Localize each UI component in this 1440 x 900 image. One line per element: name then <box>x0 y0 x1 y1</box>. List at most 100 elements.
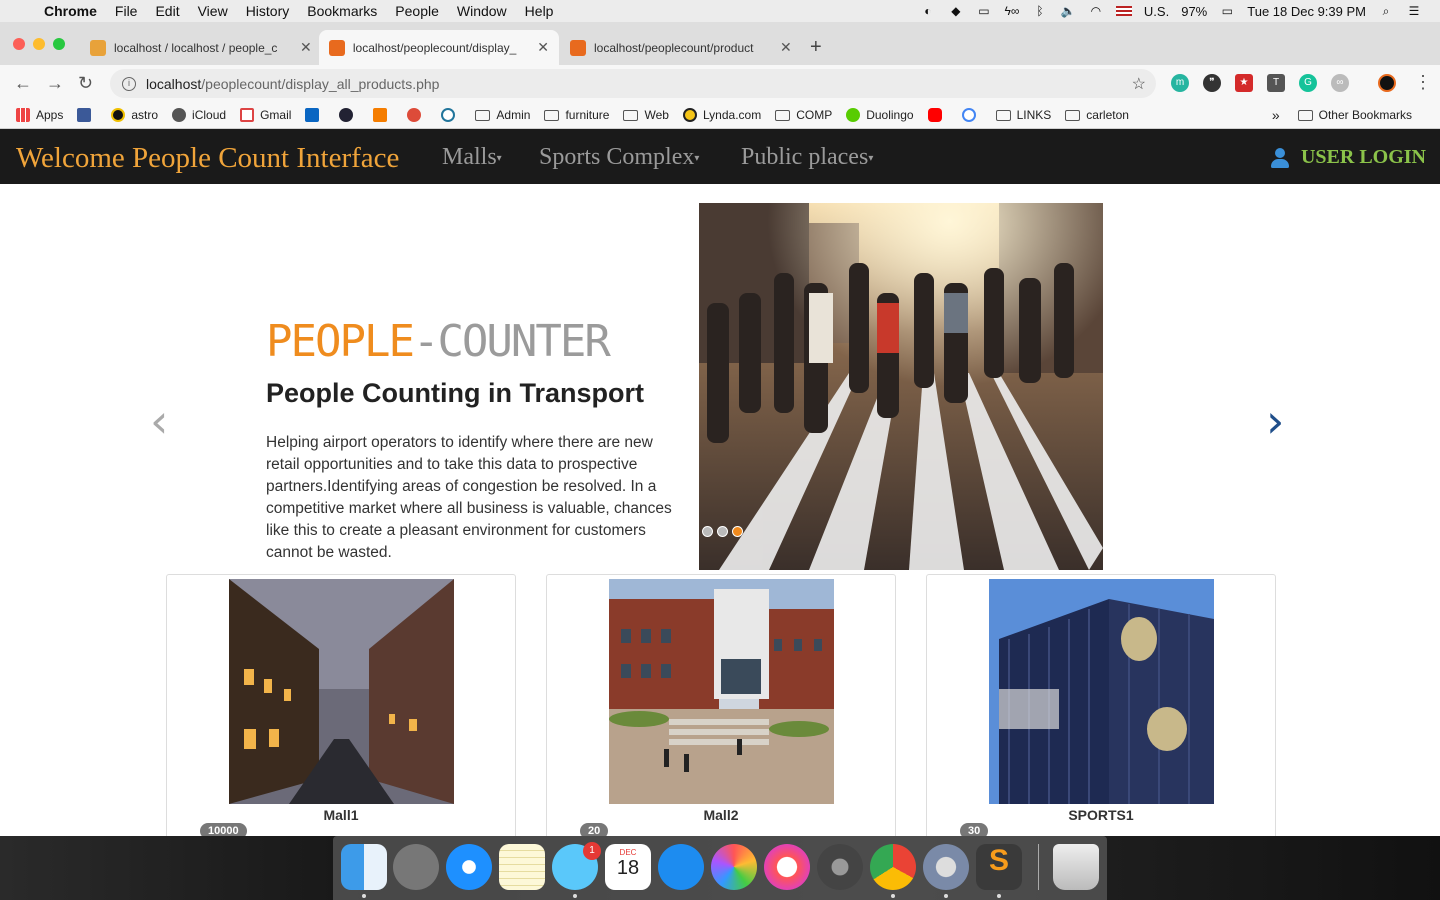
carousel-next-chevron-icon[interactable]: › <box>1266 394 1284 448</box>
tab-close-icon[interactable]: ✕ <box>780 39 792 56</box>
volume-icon[interactable]: 🔈 <box>1060 4 1076 18</box>
utility-gear-icon[interactable] <box>923 844 969 890</box>
minimize-window-button[interactable] <box>33 38 45 50</box>
launchpad-icon[interactable] <box>393 844 439 890</box>
notes-icon[interactable] <box>499 844 545 890</box>
place-card-mall1[interactable]: Mall1 <box>166 574 516 836</box>
battery-percent[interactable]: 97% <box>1181 4 1207 19</box>
bookmark-star-icon[interactable]: ☆ <box>1132 74 1146 94</box>
menu-help[interactable]: Help <box>525 3 554 19</box>
tab-product[interactable]: localhost/peoplecount/product ✕ <box>560 30 802 65</box>
tab-display-products[interactable]: localhost/peoplecount/display_ ✕ <box>319 30 559 65</box>
bookmark-google[interactable] <box>961 108 982 122</box>
back-arrow-icon[interactable]: ← <box>14 73 32 94</box>
battery-icon[interactable]: ▭ <box>1219 4 1235 18</box>
bluetooth-icon[interactable]: ᛒ <box>1032 4 1048 18</box>
nav-sports-complex-dropdown[interactable]: Sports Complex▾ <box>539 144 699 171</box>
itunes-icon[interactable] <box>764 844 810 890</box>
user-login-button[interactable]: USER LOGIN <box>1269 146 1426 169</box>
trash-icon[interactable] <box>1053 844 1099 890</box>
lynda-icon <box>682 108 697 122</box>
notification-center-icon[interactable]: ☰ <box>1406 4 1422 18</box>
close-window-button[interactable] <box>13 38 25 50</box>
tab-phpmyadmin[interactable]: localhost / localhost / people_c ✕ <box>80 30 322 65</box>
extension-quote-icon[interactable]: ❞ <box>1203 74 1221 92</box>
flag-icon[interactable] <box>1115 6 1132 16</box>
count-badge: 10000 <box>200 823 247 836</box>
other-bookmarks[interactable]: Other Bookmarks <box>1297 108 1412 122</box>
bookmark-blogger[interactable] <box>373 108 393 122</box>
reload-icon[interactable]: ↻ <box>78 73 93 94</box>
carousel-prev-chevron-icon[interactable]: ‹ <box>150 394 168 448</box>
tab-close-icon[interactable]: ✕ <box>300 39 312 56</box>
site-brand[interactable]: Welcome People Count Interface <box>16 142 399 175</box>
system-preferences-icon[interactable] <box>817 844 863 890</box>
extension-m-icon[interactable]: m <box>1171 74 1189 92</box>
chrome-menu-icon[interactable]: ⋮ <box>1414 72 1432 93</box>
bookmark-apps[interactable]: Apps <box>16 108 63 122</box>
photos-icon[interactable] <box>711 844 757 890</box>
grammarly-icon[interactable]: G <box>1299 74 1317 92</box>
extension-t-icon[interactable]: T <box>1267 74 1285 92</box>
bookmark-googleplus[interactable] <box>407 108 427 122</box>
display-icon[interactable]: ▭ <box>976 4 992 18</box>
bookmark-comp[interactable]: COMP <box>775 108 832 122</box>
bookmark-youtube[interactable] <box>927 108 948 122</box>
site-info-icon[interactable]: i <box>122 76 136 91</box>
nav-malls-dropdown[interactable]: Malls▾ <box>442 144 502 171</box>
calendar-icon[interactable]: DEC 18 <box>605 844 651 890</box>
bookmark-duolingo[interactable]: Duolingo <box>846 108 914 122</box>
menu-window[interactable]: Window <box>457 3 507 19</box>
sublime-text-icon[interactable]: S <box>976 844 1022 890</box>
carousel-dot-1[interactable] <box>702 526 713 537</box>
menu-people[interactable]: People <box>395 3 439 19</box>
bookmark-links[interactable]: LINKS <box>995 108 1051 122</box>
bookmark-astro[interactable]: astro <box>111 108 158 122</box>
bookmark-facebook[interactable] <box>77 108 97 122</box>
bookmark-carleton[interactable]: carleton <box>1065 108 1129 122</box>
app-store-icon[interactable] <box>658 844 704 890</box>
zoom-window-button[interactable] <box>53 38 65 50</box>
forward-arrow-icon[interactable]: → <box>46 73 64 94</box>
dropbox-icon[interactable]: ◆ <box>948 4 964 18</box>
input-source[interactable]: U.S. <box>1144 4 1169 19</box>
wordpress-icon <box>441 108 456 122</box>
bookmark-tumblr[interactable] <box>339 108 359 122</box>
place-card-sports1[interactable]: SPORTS1 <box>926 574 1276 836</box>
tumblr-icon <box>339 108 354 122</box>
tab-close-icon[interactable]: ✕ <box>537 39 549 56</box>
address-bar[interactable]: i localhost/peoplecount/display_all_prod… <box>110 69 1156 98</box>
bookmark-furniture[interactable]: furniture <box>544 108 609 122</box>
carousel-dot-2[interactable] <box>717 526 728 537</box>
new-tab-button[interactable]: + <box>810 36 822 59</box>
nav-public-places-dropdown[interactable]: Public places▾ <box>741 144 873 171</box>
bookmark-linkedin[interactable] <box>305 108 325 122</box>
chrome-icon[interactable] <box>870 844 916 890</box>
bookmark-web[interactable]: Web <box>623 108 669 122</box>
bookmark-admin[interactable]: Admin <box>475 108 530 122</box>
menu-bookmarks[interactable]: Bookmarks <box>307 3 377 19</box>
hero-title: PEOPLE-COUNTER <box>266 316 611 367</box>
finder-icon[interactable] <box>341 844 387 890</box>
menubar-clock[interactable]: Tue 18 Dec 9:39 PM <box>1247 4 1366 19</box>
bookmark-icloud[interactable]: iCloud <box>172 108 226 122</box>
power-icon[interactable]: ϟ∞ <box>1004 4 1020 18</box>
carousel-dot-3-active[interactable] <box>732 526 743 537</box>
spotlight-icon[interactable]: ⌕ <box>1378 4 1394 18</box>
extension-red-icon[interactable]: ★ <box>1235 74 1253 92</box>
profile-avatar[interactable] <box>1378 74 1396 92</box>
menu-file[interactable]: File <box>115 3 138 19</box>
wifi-icon[interactable]: ◠ <box>1088 4 1104 18</box>
bookmarks-overflow-button[interactable]: » <box>1272 107 1280 123</box>
menu-history[interactable]: History <box>246 3 290 19</box>
safari-icon[interactable] <box>446 844 492 890</box>
menu-edit[interactable]: Edit <box>155 3 179 19</box>
bookmark-lynda[interactable]: Lynda.com <box>682 108 761 122</box>
bookmark-wordpress[interactable] <box>441 108 461 122</box>
status-circle-icon[interactable]: ◐ <box>920 4 936 18</box>
place-card-mall2[interactable]: Mall2 <box>546 574 896 836</box>
bookmark-gmail[interactable]: Gmail <box>240 108 291 122</box>
menu-view[interactable]: View <box>198 3 228 19</box>
extension-cloud-icon[interactable]: ∞ <box>1331 74 1349 92</box>
menu-app-name[interactable]: Chrome <box>44 3 97 19</box>
